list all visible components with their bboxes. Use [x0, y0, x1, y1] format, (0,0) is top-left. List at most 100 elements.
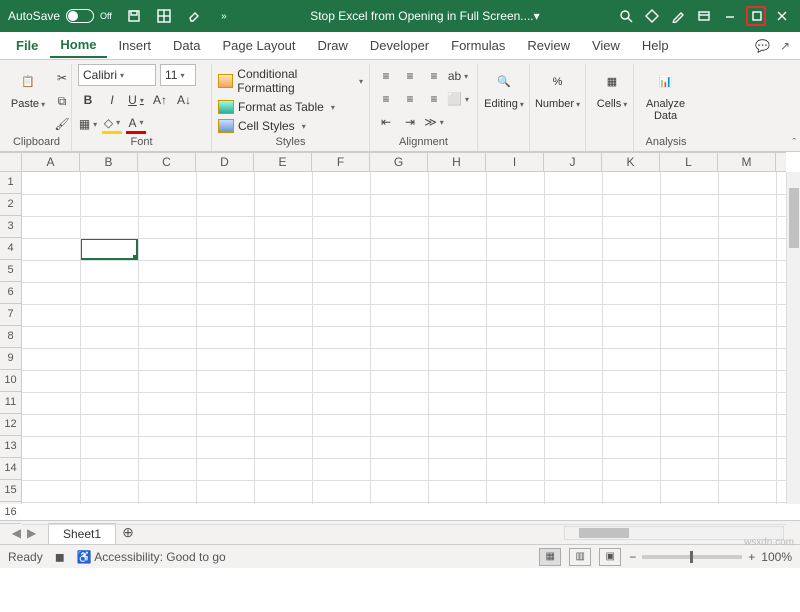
zoom-slider[interactable]	[642, 555, 742, 559]
align-middle-icon[interactable]: ≡	[400, 66, 420, 86]
bold-button[interactable]: B	[78, 90, 98, 110]
zoom-level[interactable]: 100%	[761, 550, 792, 564]
selected-cell[interactable]	[80, 238, 138, 260]
eraser-icon[interactable]	[184, 6, 204, 26]
tab-developer[interactable]: Developer	[360, 34, 439, 57]
close-icon[interactable]	[772, 6, 792, 26]
decrease-font-icon[interactable]: A↓	[174, 90, 194, 110]
col-header[interactable]: A	[22, 153, 80, 171]
cell-styles-button[interactable]: Cell Styles	[218, 118, 306, 134]
row-header[interactable]: 8	[0, 326, 21, 348]
prev-sheet-icon[interactable]: ◀	[12, 526, 21, 540]
minimize-icon[interactable]	[720, 6, 740, 26]
select-all-button[interactable]	[0, 152, 22, 172]
col-header[interactable]: C	[138, 153, 196, 171]
tab-review[interactable]: Review	[517, 34, 580, 57]
decrease-indent-icon[interactable]: ⇤	[376, 112, 396, 132]
increase-indent-icon[interactable]: ⇥	[400, 112, 420, 132]
paste-button[interactable]: 📋 Paste	[8, 64, 48, 114]
next-sheet-icon[interactable]: ▶	[27, 526, 36, 540]
row-header[interactable]: 1	[0, 172, 21, 194]
copy-icon[interactable]: ⧉	[52, 91, 72, 111]
font-size-select[interactable]: 11	[160, 64, 196, 86]
tab-insert[interactable]: Insert	[109, 34, 162, 57]
page-layout-view-button[interactable]: ▥	[569, 548, 591, 566]
zoom-control[interactable]: − + 100%	[629, 550, 792, 564]
fill-color-icon[interactable]: ◇	[102, 114, 122, 134]
col-header[interactable]: B	[80, 153, 138, 171]
wrap-text-icon[interactable]: ab	[448, 66, 468, 86]
row-header[interactable]: 10	[0, 370, 21, 392]
merge-icon[interactable]: ⬜	[448, 89, 468, 109]
accessibility-status[interactable]: ♿ Accessibility: Good to go	[77, 550, 226, 564]
tab-formulas[interactable]: Formulas	[441, 34, 515, 57]
row-header[interactable]: 12	[0, 414, 21, 436]
comments-icon[interactable]: 💬	[755, 39, 770, 53]
cells-area[interactable]	[22, 172, 786, 504]
col-header[interactable]: E	[254, 153, 312, 171]
zoom-in-icon[interactable]: +	[748, 550, 755, 564]
tab-help[interactable]: Help	[632, 34, 679, 57]
macro-record-icon[interactable]: ◼	[55, 550, 65, 564]
tab-home[interactable]: Home	[50, 33, 106, 58]
ribbon-display-icon[interactable]	[694, 6, 714, 26]
maximize-button[interactable]	[746, 6, 766, 26]
col-header[interactable]: K	[602, 153, 660, 171]
font-name-select[interactable]: Calibri	[78, 64, 156, 86]
conditional-formatting-button[interactable]: Conditional Formatting	[218, 66, 363, 96]
tab-data[interactable]: Data	[163, 34, 210, 57]
collapse-ribbon-icon[interactable]: ˆ	[792, 137, 796, 149]
scroll-thumb[interactable]	[579, 528, 629, 538]
row-header[interactable]: 3	[0, 216, 21, 238]
tab-view[interactable]: View	[582, 34, 630, 57]
font-color-icon[interactable]: A	[126, 114, 146, 134]
tab-draw[interactable]: Draw	[308, 34, 358, 57]
tab-file[interactable]: File	[6, 34, 48, 57]
align-center-icon[interactable]: ≡	[400, 89, 420, 109]
col-header[interactable]: M	[718, 153, 776, 171]
row-header[interactable]: 4	[0, 238, 21, 260]
align-right-icon[interactable]: ≡	[424, 89, 444, 109]
add-sheet-button[interactable]: ⊕	[116, 524, 140, 541]
align-top-icon[interactable]: ≡	[376, 66, 396, 86]
row-header[interactable]: 6	[0, 282, 21, 304]
row-header[interactable]: 15	[0, 480, 21, 502]
align-bottom-icon[interactable]: ≡	[424, 66, 444, 86]
search-icon[interactable]	[616, 6, 636, 26]
save-icon[interactable]	[124, 6, 144, 26]
sheet-tab[interactable]: Sheet1	[48, 523, 116, 544]
qat-more-icon[interactable]: »	[214, 6, 234, 26]
format-painter-icon[interactable]: 🖌	[52, 114, 72, 134]
format-as-table-button[interactable]: Format as Table	[218, 99, 335, 115]
grid-icon[interactable]	[154, 6, 174, 26]
vertical-scrollbar[interactable]	[786, 172, 800, 504]
row-header[interactable]: 16	[0, 502, 21, 524]
sheet-nav[interactable]: ◀▶	[0, 526, 48, 540]
col-header[interactable]: G	[370, 153, 428, 171]
number-button[interactable]: %Number	[536, 64, 579, 114]
row-header[interactable]: 13	[0, 436, 21, 458]
border-icon[interactable]: ▦	[78, 114, 98, 134]
col-header[interactable]: D	[196, 153, 254, 171]
row-header[interactable]: 2	[0, 194, 21, 216]
col-header[interactable]: H	[428, 153, 486, 171]
col-header[interactable]: F	[312, 153, 370, 171]
row-header[interactable]: 5	[0, 260, 21, 282]
orientation-icon[interactable]: ≫	[424, 112, 444, 132]
col-header[interactable]: L	[660, 153, 718, 171]
share-icon[interactable]: ↗	[780, 39, 790, 53]
row-header[interactable]: 14	[0, 458, 21, 480]
row-header[interactable]: 9	[0, 348, 21, 370]
tab-page-layout[interactable]: Page Layout	[213, 34, 306, 57]
cells-button[interactable]: ▦Cells	[592, 64, 632, 114]
cut-icon[interactable]: ✂	[52, 68, 72, 88]
editing-button[interactable]: 🔍Editing	[484, 64, 524, 114]
analyze-data-button[interactable]: 📊Analyze Data	[640, 64, 691, 126]
autosave-toggle[interactable]: AutoSave Off	[8, 9, 112, 23]
zoom-out-icon[interactable]: −	[629, 550, 636, 564]
row-header[interactable]: 11	[0, 392, 21, 414]
scroll-thumb[interactable]	[789, 188, 799, 248]
increase-font-icon[interactable]: A↑	[150, 90, 170, 110]
col-header[interactable]: I	[486, 153, 544, 171]
align-left-icon[interactable]: ≡	[376, 89, 396, 109]
